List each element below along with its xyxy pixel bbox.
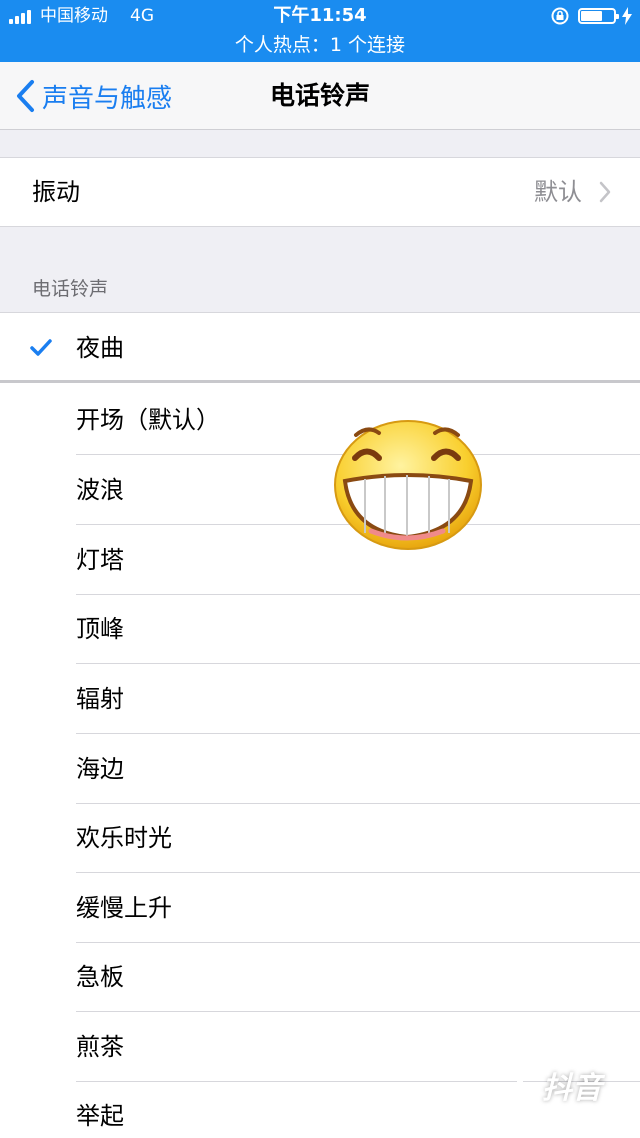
rotation-lock-icon	[551, 7, 569, 25]
ringtone-label: 欢乐时光	[76, 824, 172, 852]
ringtone-row[interactable]: 海边	[0, 734, 640, 804]
section-header: 电话铃声	[32, 278, 109, 300]
watermark-text: 抖音	[542, 1071, 602, 1106]
hotspot-banner[interactable]: 个人热点：1 个连接	[0, 32, 640, 58]
ringtone-list: 夜曲 开场（默认） 波浪 灯塔 顶峰 辐射 海边 欢乐时光 缓慢上升 急板 煎茶	[0, 312, 640, 1138]
ringtone-label: 缓慢上升	[76, 894, 172, 922]
vibration-value: 默认	[534, 178, 582, 206]
ringtone-label: 海边	[76, 755, 124, 783]
checkmark-icon	[30, 339, 52, 356]
tiktok-logo-icon	[503, 1063, 535, 1102]
page-title: 电话铃声	[269, 81, 370, 110]
ringtone-row[interactable]: 顶峰	[0, 594, 640, 664]
ringtone-label: 顶峰	[76, 615, 124, 643]
vibration-row[interactable]: 振动 默认	[0, 157, 640, 227]
ringtone-label: 煎茶	[76, 1033, 124, 1061]
ringtone-label: 波浪	[76, 476, 124, 504]
ringtone-row[interactable]: 波浪	[0, 455, 640, 525]
charging-icon	[622, 7, 632, 25]
ringtone-label: 灯塔	[76, 546, 124, 574]
chevron-right-icon	[599, 181, 611, 203]
watermark: 抖音	[498, 1062, 602, 1108]
clock: 下午11:54	[273, 5, 367, 26]
navigation-bar: 声音与触感 电话铃声	[0, 62, 640, 130]
battery-icon	[578, 8, 619, 24]
ringtone-row[interactable]: 欢乐时光	[0, 803, 640, 873]
vibration-label: 振动	[32, 178, 80, 206]
ringtone-row[interactable]: 缓慢上升	[0, 873, 640, 943]
ringtone-label: 开场（默认）	[76, 406, 220, 434]
status-bar: 中国移动 4G 下午11:54 个人热点：1 个连接	[0, 0, 640, 62]
ringtone-label: 辐射	[76, 685, 124, 713]
row-divider	[0, 380, 640, 383]
ringtone-row[interactable]: 开场（默认）	[0, 385, 640, 455]
ringtone-row[interactable]: 灯塔	[0, 525, 640, 595]
ringtone-label: 急板	[76, 963, 124, 991]
ringtone-row[interactable]: 辐射	[0, 664, 640, 734]
ringtone-label: 夜曲	[76, 334, 124, 362]
grinning-emoji-sticker	[334, 420, 482, 550]
ringtone-label: 举起	[76, 1102, 124, 1130]
ringtone-row[interactable]: 急板	[0, 942, 640, 1012]
ringtone-row-selected[interactable]: 夜曲	[0, 313, 640, 383]
